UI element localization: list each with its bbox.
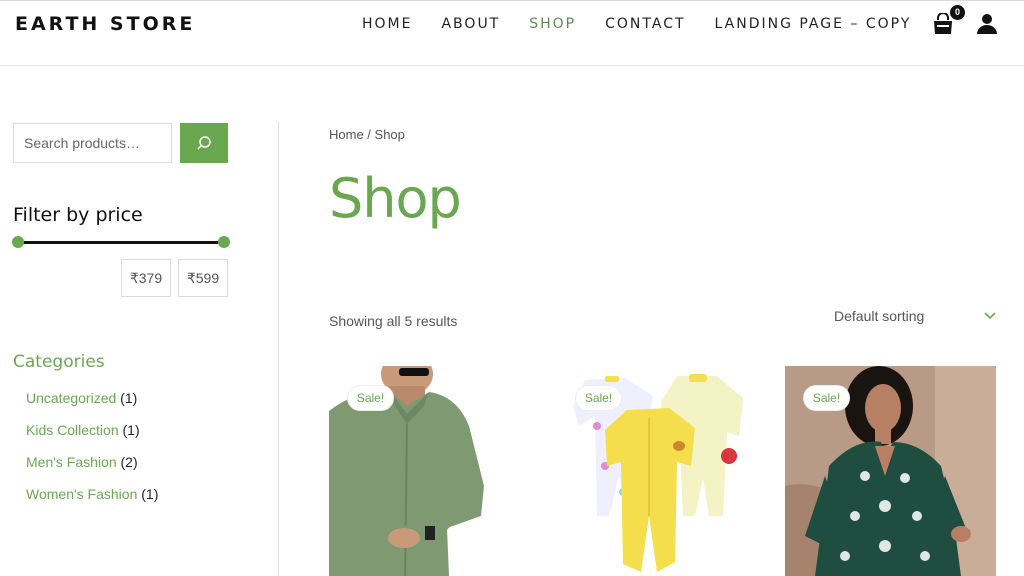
filter-by-price-title: Filter by price [13,204,143,226]
category-item: Men's Fashion (2) [26,453,158,485]
sidebar-divider [278,122,279,576]
page-title: Shop [329,167,462,230]
nav-about[interactable]: ABOUT [441,16,500,32]
category-item: Kids Collection (1) [26,421,158,453]
nav-shop[interactable]: SHOP [529,16,576,32]
chevron-down-icon [984,312,996,320]
product-card[interactable]: Sale! [557,366,768,576]
category-link-mens-fashion[interactable]: Men's Fashion [26,454,117,470]
price-slider-min-handle[interactable] [12,236,24,248]
sorting-selected-value: Default sorting [834,308,925,324]
sorting-select[interactable]: Default sorting [834,305,996,327]
category-count: (1) [122,422,140,438]
nav-landing-page-copy[interactable]: LANDING PAGE – COPY [715,16,912,32]
price-slider-track[interactable] [18,241,224,244]
price-slider-max-handle[interactable] [218,236,230,248]
breadcrumb-separator: / [363,127,375,142]
category-link-womens-fashion[interactable]: Women's Fashion [26,486,137,502]
breadcrumb: Home / Shop [329,127,405,142]
result-count: Showing all 5 results [329,313,458,329]
category-count: (2) [120,454,138,470]
site-logo[interactable]: EARTH STORE [15,13,195,35]
sale-badge: Sale! [804,386,849,410]
sale-badge: Sale! [576,386,621,410]
category-link-uncategorized[interactable]: Uncategorized [26,390,116,406]
categories-title: Categories [13,352,105,372]
sale-badge: Sale! [348,386,393,410]
max-price-field[interactable]: ₹599 [178,259,228,297]
product-card[interactable]: Sale! [329,366,540,576]
categories-list: Uncategorized (1) Kids Collection (1) Me… [26,389,158,517]
category-item: Uncategorized (1) [26,389,158,421]
user-icon[interactable] [976,13,998,35]
category-count: (1) [141,486,159,502]
search-icon [197,136,211,150]
min-price-field[interactable]: ₹379 [121,259,171,297]
main-nav: HOME ABOUT SHOP CONTACT LANDING PAGE – C… [362,16,911,32]
search-button[interactable] [180,123,228,163]
site-header: EARTH STORE HOME ABOUT SHOP CONTACT LAND… [0,0,1024,66]
breadcrumb-current: Shop [374,127,405,142]
nav-contact[interactable]: CONTACT [605,16,685,32]
breadcrumb-home-link[interactable]: Home [329,127,364,142]
search-input[interactable] [13,123,172,163]
category-count: (1) [120,390,138,406]
cart-count-badge: 0 [950,5,965,20]
category-link-kids-collection[interactable]: Kids Collection [26,422,119,438]
category-item: Women's Fashion (1) [26,485,158,517]
product-card[interactable]: Sale! [785,366,996,576]
nav-home[interactable]: HOME [362,16,412,32]
